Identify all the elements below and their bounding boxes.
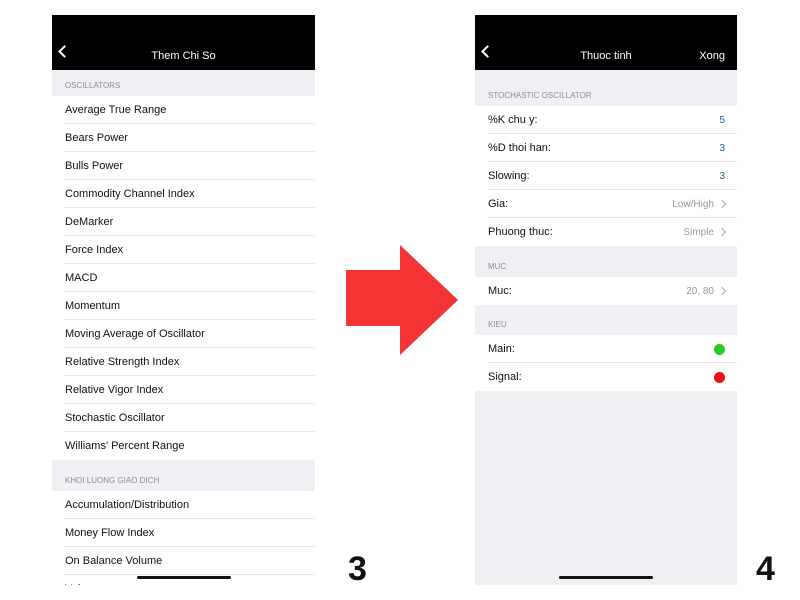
row-label: %D thoi han: <box>488 142 551 154</box>
main-color-row[interactable]: Main: <box>475 335 737 363</box>
home-indicator <box>559 576 653 579</box>
row-label: Phuong thuc: <box>488 226 553 238</box>
indicator-list-item[interactable]: Accumulation/Distribution <box>52 491 315 519</box>
indicator-list-item[interactable]: Relative Strength Index <box>52 348 315 376</box>
color-swatch[interactable] <box>714 343 725 355</box>
screen-properties: Thuoc tinh Xong STOCHASTIC OSCILLATOR %K… <box>475 15 737 585</box>
page-title: Them Chi So <box>151 50 216 62</box>
section-header: OSCILLATORS <box>65 81 121 90</box>
nav-bar: Thuoc tinh Xong <box>475 15 737 70</box>
k-period-row[interactable]: %K chu y: 5 <box>475 106 737 134</box>
row-label: Main: <box>488 343 515 355</box>
chevron-right-icon <box>717 286 727 296</box>
section-header: STOCHASTIC OSCILLATOR <box>488 91 592 100</box>
price-row[interactable]: Gia: Low/High <box>475 190 737 218</box>
row-label: Slowing: <box>488 170 530 182</box>
row-value: 3 <box>719 170 725 182</box>
color-swatch[interactable] <box>714 371 725 383</box>
step-number: 4 <box>756 550 775 588</box>
chevron-right-icon <box>717 199 727 209</box>
indicator-list-item[interactable]: Moving Average of Oscillator <box>52 320 315 348</box>
nav-bar: Them Chi So <box>52 15 315 70</box>
chevron-right-icon <box>717 227 727 237</box>
row-label: %K chu y: <box>488 114 538 126</box>
section-header: KHOI LUONG GIAO DICH <box>65 476 160 485</box>
signal-color-row[interactable]: Signal: <box>475 363 737 391</box>
indicator-list-item[interactable]: Stochastic Oscillator <box>52 404 315 432</box>
row-label: Signal: <box>488 371 522 383</box>
indicator-list-item[interactable]: Commodity Channel Index <box>52 180 315 208</box>
indicator-list-item[interactable]: DeMarker <box>52 208 315 236</box>
row-value: Low/High <box>672 198 714 210</box>
indicator-list-item[interactable]: Bulls Power <box>52 152 315 180</box>
indicator-list-item[interactable]: MACD <box>52 264 315 292</box>
indicator-list-item[interactable]: Relative Vigor Index <box>52 376 315 404</box>
row-value: 3 <box>719 142 725 154</box>
done-button[interactable]: Xong <box>699 50 725 62</box>
arrow-right-icon <box>346 245 458 355</box>
indicator-list-item[interactable]: Bears Power <box>52 124 315 152</box>
indicator-list-item[interactable]: On Balance Volume <box>52 547 315 575</box>
row-value: Simple <box>683 226 714 238</box>
home-indicator <box>136 576 231 579</box>
indicator-list-item[interactable]: Momentum <box>52 292 315 320</box>
indicator-list-item[interactable]: Average True Range <box>52 96 315 124</box>
page-title: Thuoc tinh <box>580 50 632 62</box>
indicator-list-item[interactable]: Money Flow Index <box>52 519 315 547</box>
row-value: 20, 80 <box>686 285 714 297</box>
screen-add-indicator: Them Chi So OSCILLATORS Average True Ran… <box>52 15 315 585</box>
row-label: Gia: <box>488 198 509 210</box>
row-value: 5 <box>719 114 725 126</box>
indicator-list-item[interactable]: Williams' Percent Range <box>52 432 315 460</box>
d-period-row[interactable]: %D thoi han: 3 <box>475 134 737 162</box>
levels-row[interactable]: Muc: 20, 80 <box>475 277 737 305</box>
indicator-list-item[interactable]: Force Index <box>52 236 315 264</box>
section-header: KIEU <box>488 320 507 329</box>
section-header: MUC <box>488 262 507 271</box>
row-label: Muc: <box>488 285 512 297</box>
method-row[interactable]: Phuong thuc: Simple <box>475 218 737 246</box>
step-number: 3 <box>348 550 367 588</box>
slowing-row[interactable]: Slowing: 3 <box>475 162 737 190</box>
